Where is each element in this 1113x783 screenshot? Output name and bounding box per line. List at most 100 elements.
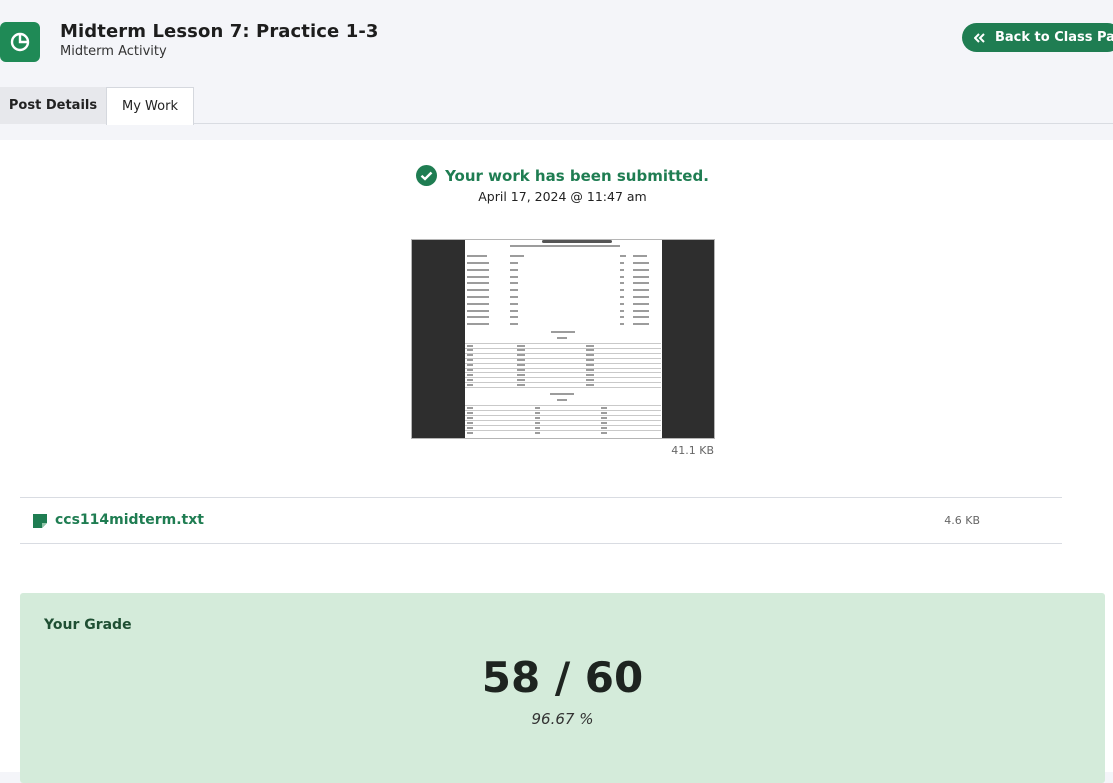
thumbnail-text xyxy=(467,268,489,271)
thumbnail-text xyxy=(620,262,624,264)
thumbnail-text xyxy=(586,344,594,347)
grade-score: 58 / 60 xyxy=(481,653,644,702)
thumbnail-text xyxy=(467,431,473,434)
thumbnail-text xyxy=(557,337,567,339)
thumbnail-text xyxy=(586,349,594,352)
grade-card: Your Grade 58 / 60 96.67 % xyxy=(20,593,1105,783)
thumbnail-text xyxy=(586,359,594,362)
thumbnail-text xyxy=(467,359,473,362)
thumbnail-text xyxy=(467,416,473,419)
thumbnail-text xyxy=(517,373,525,376)
thumbnail-text xyxy=(517,344,525,347)
thumbnail-text xyxy=(510,245,620,247)
thumbnail-text xyxy=(633,268,649,271)
thumbnail-dark-panel-left xyxy=(412,240,465,438)
thumbnail-rule xyxy=(465,357,661,359)
thumbnail-text xyxy=(601,426,607,429)
thumbnail-text xyxy=(467,354,473,357)
thumbnail-text xyxy=(633,255,647,257)
page-title: Midterm Lesson 7: Practice 1-3 xyxy=(60,21,379,42)
page-header: Midterm Lesson 7: Practice 1-3 Midterm A… xyxy=(0,0,1113,88)
thumbnail-text xyxy=(467,296,489,298)
thumbnail-topbar xyxy=(542,240,612,243)
submission-status-text: Your work has been submitted. xyxy=(445,166,709,185)
back-to-class-button[interactable]: Back to Class Page xyxy=(962,23,1113,52)
check-circle-icon xyxy=(416,165,438,186)
thumbnail-text xyxy=(467,255,487,257)
thumbnail-rule xyxy=(465,410,661,411)
double-chevron-left-icon xyxy=(974,32,986,43)
thumbnail-text xyxy=(467,373,473,376)
thumbnail-text xyxy=(620,323,624,326)
thumbnail-text xyxy=(535,411,540,414)
attachment-file-row: ccs114midterm.txt 4.6 KB xyxy=(20,497,1062,544)
attachment-image-size: 41.1 KB xyxy=(671,444,714,457)
file-icon xyxy=(33,513,47,528)
thumbnail-text xyxy=(620,275,624,278)
back-to-class-label: Back to Class Page xyxy=(995,30,1113,45)
thumbnail-text xyxy=(467,309,489,312)
thumbnail-text xyxy=(510,275,518,278)
tab-my-work[interactable]: My Work xyxy=(106,87,194,125)
thumbnail-rule xyxy=(465,405,661,406)
thumbnail-text xyxy=(510,289,518,292)
thumbnail-text xyxy=(467,302,489,305)
thumbnail-text xyxy=(601,411,607,414)
thumbnail-text xyxy=(586,378,594,381)
thumbnail-text xyxy=(467,275,489,278)
thumbnail-rule xyxy=(465,387,661,388)
pie-chart-icon xyxy=(10,32,30,52)
submission-status: Your work has been submitted. xyxy=(0,165,1113,186)
thumbnail-text xyxy=(510,323,518,326)
thumbnail-dark-panel-right xyxy=(662,240,714,438)
thumbnail-text xyxy=(467,323,489,326)
my-work-panel: Your work has been submitted. April 17, … xyxy=(0,140,1113,783)
thumbnail-text xyxy=(467,262,489,264)
thumbnail-text xyxy=(467,383,473,386)
thumbnail-text xyxy=(517,359,525,362)
thumbnail-rule xyxy=(465,343,661,344)
thumbnail-text xyxy=(620,309,624,312)
thumbnail-text xyxy=(510,302,518,305)
tab-post-details[interactable]: Post Details xyxy=(0,87,106,124)
attachment-image-thumbnail[interactable] xyxy=(411,239,715,439)
thumbnail-text xyxy=(467,364,473,367)
thumbnail-text xyxy=(535,426,540,429)
thumbnail-text xyxy=(633,262,649,264)
thumbnail-text xyxy=(620,289,624,292)
thumbnail-text xyxy=(586,369,594,371)
thumbnail-text xyxy=(467,349,473,352)
thumbnail-text xyxy=(601,421,607,424)
thumbnail-text xyxy=(601,416,607,419)
thumbnail-text xyxy=(620,282,624,285)
thumbnail-text xyxy=(510,255,524,257)
thumbnail-text xyxy=(517,354,525,357)
thumbnail-text xyxy=(586,354,594,357)
thumbnail-rule xyxy=(465,415,661,416)
thumbnail-text xyxy=(510,316,518,319)
thumbnail-text xyxy=(620,296,624,298)
thumbnail-text xyxy=(535,406,540,409)
thumbnail-text xyxy=(601,431,607,434)
thumbnail-text xyxy=(510,262,518,264)
thumbnail-text xyxy=(535,421,540,424)
thumbnail-text xyxy=(620,302,624,305)
thumbnail-text xyxy=(535,431,540,434)
thumbnail-text xyxy=(467,406,473,409)
thumbnail-rule xyxy=(465,420,661,421)
thumbnail-text xyxy=(517,383,525,386)
thumbnail-text xyxy=(550,393,574,395)
thumbnail-text xyxy=(467,282,489,285)
thumbnail-text xyxy=(620,255,626,257)
thumbnail-text xyxy=(467,421,473,424)
thumbnail-text xyxy=(467,289,489,292)
thumbnail-text xyxy=(510,309,518,312)
attachment-file-link[interactable]: ccs114midterm.txt xyxy=(55,512,204,528)
thumbnail-text xyxy=(551,331,575,333)
thumbnail-text xyxy=(467,344,473,347)
thumbnail-rule xyxy=(465,430,661,431)
thumbnail-text xyxy=(633,316,649,319)
thumbnail-text xyxy=(517,349,525,352)
thumbnail-text xyxy=(620,268,624,271)
thumbnail-text xyxy=(633,296,649,298)
